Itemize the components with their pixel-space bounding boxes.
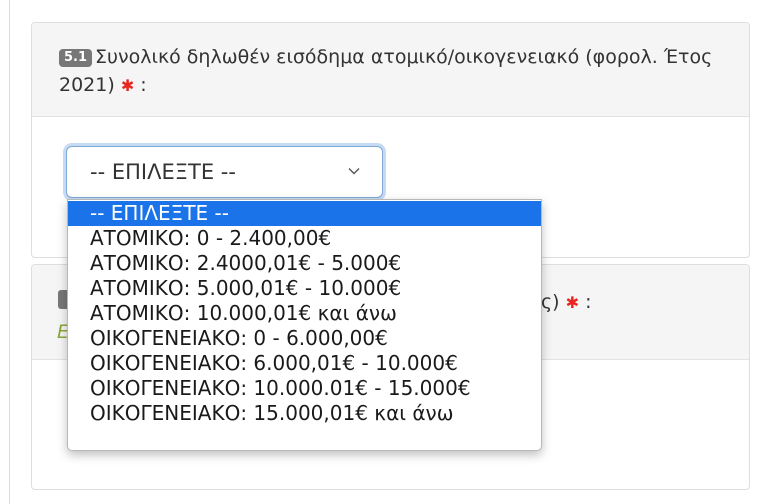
dropdown-option[interactable]: ΟΙΚΟΓΕΝΕΙΑΚΟ: 10.000.01€ - 15.000€ [68, 376, 541, 401]
dropdown-option[interactable]: ΟΙΚΟΓΕΝΕΙΑΚΟ: 15.000,01€ και άνω [68, 401, 541, 426]
question-text: Συνολικό δηλωθέν εισόδημα ατομικό/οικογε… [59, 46, 713, 96]
next-question-label-tail: ς) ✱ : [541, 288, 591, 317]
question-label: 5.1 Συνολικό δηλωθέν εισόδημα ατομικό/οικ… [59, 43, 719, 100]
income-dropdown-list[interactable]: -- ΕΠΙΛΕΞΤΕ -- ΑΤΟΜΙΚΟ: 0 - 2.400,00€ ΑΤ… [67, 199, 542, 451]
question-header: 5.1 Συνολικό δηλωθέν εισόδημα ατομικό/οικ… [32, 23, 749, 117]
dropdown-option[interactable]: -- ΕΠΙΛΕΞΤΕ -- [68, 201, 541, 226]
next-question-suffix: : [579, 291, 592, 313]
left-divider [9, 0, 10, 504]
dropdown-option[interactable]: ΑΤΟΜΙΚΟ: 2.4000,01€ - 5.000€ [68, 251, 541, 276]
dropdown-option[interactable]: ΟΙΚΟΓΕΝΕΙΑΚΟ: 0 - 6.000,00€ [68, 326, 541, 351]
question-number-badge: 5.1 [59, 49, 93, 67]
dropdown-option[interactable]: ΑΤΟΜΙΚΟ: 0 - 2.400,00€ [68, 226, 541, 251]
next-required-asterisk-icon: ✱ [565, 293, 580, 312]
income-select-value: -- ΕΠΙΛΕΞΤΕ -- [90, 160, 236, 184]
question-suffix: : [134, 74, 147, 96]
dropdown-option[interactable]: ΑΤΟΜΙΚΟ: 5.000,01€ - 10.000€ [68, 276, 541, 301]
next-question-text-tail: ς) [541, 291, 560, 313]
income-select[interactable]: -- ΕΠΙΛΕΞΤΕ -- [66, 146, 383, 198]
dropdown-option[interactable]: ΑΤΟΜΙΚΟ: 10.000,01€ και άνω [68, 301, 541, 326]
chevron-down-icon [348, 168, 360, 175]
dropdown-option[interactable]: ΟΙΚΟΓΕΝΕΙΑΚΟ: 6.000,01€ - 10.000€ [68, 351, 541, 376]
required-asterisk-icon: ✱ [120, 76, 135, 95]
